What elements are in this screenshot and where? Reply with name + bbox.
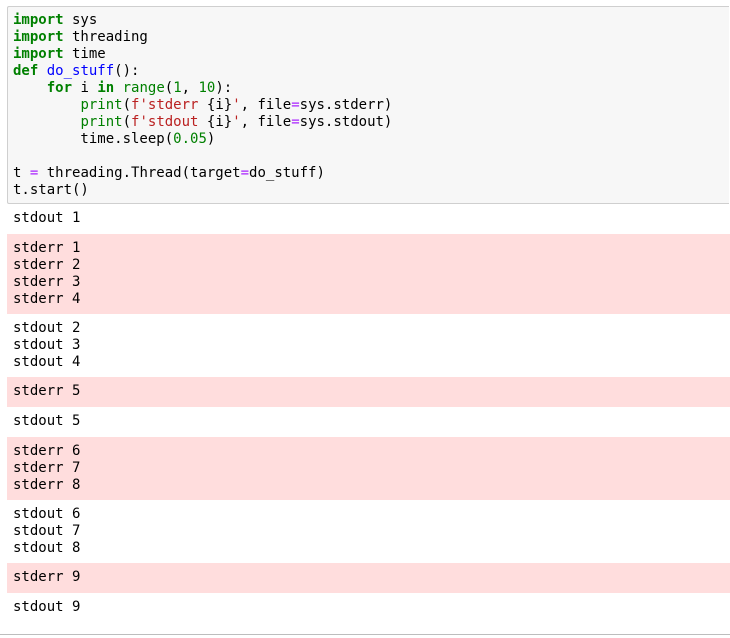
code-token: 1: [173, 80, 182, 96]
stdout-output-block: stdout 1: [7, 204, 730, 234]
stderr-line: stderr 5: [13, 383, 81, 399]
stdout-output-block: stdout 2 stdout 3 stdout 4: [7, 314, 730, 377]
code-token: threading: [63, 29, 148, 45]
code-token: =: [240, 165, 250, 181]
code-line: def do_stuff():: [13, 63, 729, 80]
code-token: import: [13, 12, 64, 28]
code-token: 10: [198, 80, 216, 96]
stdout-line: stdout 2: [13, 320, 81, 336]
stdout-line: stdout 7: [13, 523, 81, 539]
cell-bottom-border: [0, 634, 730, 635]
stdout-output-block: stdout 6 stdout 7 stdout 8: [7, 500, 730, 563]
code-token: do_stuff): [249, 165, 325, 181]
code-token: sys.stdout): [299, 114, 393, 130]
stderr-line: stderr 3: [13, 274, 81, 290]
stderr-line: stderr 2: [13, 257, 81, 273]
code-token: =: [291, 114, 300, 130]
code-token: for: [46, 80, 73, 96]
code-token: import: [13, 29, 64, 45]
code-line: print(f'stdout {i}', file=sys.stdout): [13, 114, 729, 131]
code-line: import sys: [13, 12, 729, 29]
code-line: import threading: [13, 29, 729, 46]
stderr-output-block: stderr 6 stderr 7 stderr 8: [7, 437, 730, 500]
code-line: for i in range(1, 10):: [13, 80, 729, 97]
stderr-line: stderr 7: [13, 460, 81, 476]
code-line: time.sleep(0.05): [13, 131, 729, 148]
code-token: {i}: [206, 97, 233, 113]
stdout-line: stdout 6: [13, 506, 81, 522]
code-token: f'stdout: [131, 114, 207, 130]
code-token: sys.stderr): [299, 97, 393, 113]
stdout-line: stdout 8: [13, 540, 81, 556]
stderr-output-block: stderr 1 stderr 2 stderr 3 stderr 4: [7, 234, 730, 314]
code-token: time: [63, 46, 106, 62]
stdout-line: stdout 3: [13, 337, 81, 353]
code-token: t: [13, 165, 30, 181]
stderr-line: stderr 1: [13, 240, 81, 256]
code-token: (: [164, 80, 174, 96]
notebook-page: import sys import threading import time def…: [0, 0, 730, 638]
code-token: ):: [215, 80, 233, 96]
stderr-line: stderr 4: [13, 291, 81, 307]
code-token: print: [80, 114, 123, 130]
code-token: 0.05: [173, 131, 207, 147]
code-token: threading.Thread(target: [38, 165, 241, 181]
code-token: t.start(): [13, 182, 89, 198]
code-line: t = threading.Thread(target=do_stuff): [13, 165, 729, 182]
code-line: print(f'stderr {i}', file=sys.stderr): [13, 97, 729, 114]
stdout-line: stdout 5: [13, 413, 81, 429]
code-token: import: [13, 46, 64, 62]
code-token: time.sleep(: [13, 131, 174, 147]
code-token: ,: [181, 80, 199, 96]
code-token: range: [122, 80, 165, 96]
stderr-line: stderr 6: [13, 443, 81, 459]
code-token: sys: [63, 12, 98, 28]
code-token: print: [80, 97, 123, 113]
stderr-output-block: stderr 5: [7, 377, 730, 407]
stdout-line: stdout 9: [13, 599, 81, 615]
code-token: ': [232, 97, 241, 113]
cell-output-area: stdout 1 stderr 1 stderr 2 stderr 3 stderr 4…: [7, 204, 730, 623]
code-token: {i}: [206, 114, 233, 130]
stdout-line: stdout 1: [13, 210, 81, 226]
stdout-output-block: stdout 5: [7, 407, 730, 437]
code-token: f'stderr: [131, 97, 207, 113]
code-token: , file: [240, 97, 292, 113]
code-token: ): [206, 131, 216, 147]
code-token: (: [122, 97, 132, 113]
code-line: t.start(): [13, 182, 729, 199]
code-cell-input[interactable]: import sys import threading import time def…: [7, 6, 729, 204]
code-token: ': [232, 114, 241, 130]
code-token: (: [122, 114, 132, 130]
stderr-output-block: stderr 9: [7, 563, 730, 593]
stdout-output-block: stdout 9: [7, 593, 730, 623]
code-token: def: [13, 63, 39, 79]
code-line: import time: [13, 46, 729, 63]
stderr-line: stderr 8: [13, 477, 81, 493]
stderr-line: stderr 9: [13, 569, 81, 585]
code-token: , file: [240, 114, 292, 130]
code-token: =: [291, 97, 300, 113]
code-token: in: [97, 80, 115, 96]
code-token: i: [72, 80, 98, 96]
code-editor[interactable]: import sys import threading import time def…: [8, 7, 729, 199]
code-token: ():: [114, 63, 140, 79]
stdout-line: stdout 4: [13, 354, 81, 370]
code-token: do_stuff: [46, 63, 115, 79]
